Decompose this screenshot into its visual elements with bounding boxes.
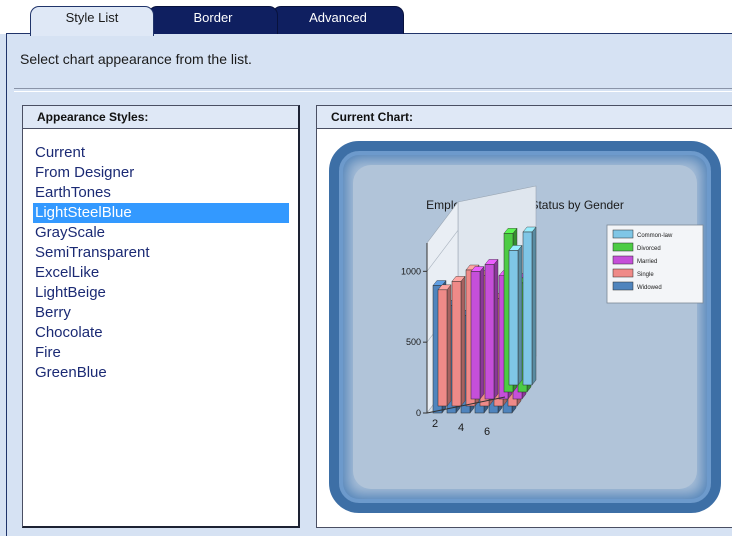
tab-style-list[interactable]: Style List (30, 6, 154, 36)
current-chart-group: Current Chart: Employees' Marital Status… (316, 105, 732, 528)
tab-strip: Style List Border Advanced (0, 0, 732, 36)
tab-advanced[interactable]: Advanced (272, 6, 404, 34)
style-list-item[interactable]: Fire (33, 343, 289, 363)
bar-single (437, 289, 448, 407)
x-tick-label: 2 (432, 418, 438, 430)
x-tick-label: 4 (458, 422, 464, 434)
bar-married (484, 264, 495, 400)
x-tick-label: 6 (484, 426, 490, 438)
legend-swatch (612, 229, 634, 239)
tab-border[interactable]: Border (148, 6, 278, 34)
appearance-styles-group: Appearance Styles: Current From Designer E… (22, 105, 300, 528)
bar-married (470, 271, 481, 400)
bar-side (531, 226, 537, 386)
legend-label: Single (637, 272, 654, 278)
bar-common-law (508, 250, 519, 386)
bar-side (479, 265, 485, 400)
instruction-text: Select chart appearance from the list. (20, 51, 252, 67)
bar-single (451, 281, 462, 407)
style-list-item[interactable]: ExcelLike (33, 263, 289, 283)
legend-label: Married (637, 259, 657, 265)
style-list-item[interactable]: Chocolate (33, 323, 289, 343)
legend-swatch (612, 242, 634, 252)
bar-side (517, 244, 523, 386)
style-list-item[interactable]: EarthTones (33, 183, 289, 203)
style-list-item[interactable]: SemiTransparent (33, 243, 289, 263)
y-tick-label: 0 (416, 408, 421, 418)
style-list-item[interactable]: GreenBlue (33, 363, 289, 383)
legend-label: Divorced (637, 246, 661, 252)
legend-swatch (612, 255, 634, 265)
appearance-style-list[interactable]: Current From Designer EarthTones LightSteel… (23, 129, 298, 383)
legend-swatch (612, 268, 634, 278)
style-list-item[interactable]: GrayScale (33, 223, 289, 243)
appearance-styles-header: Appearance Styles: (23, 106, 298, 129)
y-tick-label: 500 (406, 337, 421, 347)
legend-label: Common-law (637, 233, 673, 239)
bar-side (460, 275, 466, 407)
separator (14, 88, 732, 92)
chart-preview: Employees' Marital Status by Gender05001… (401, 185, 704, 438)
y-tick-label: 1000 (401, 266, 421, 276)
bar-side (493, 258, 499, 400)
style-list-item[interactable]: Current (33, 143, 289, 163)
legend-swatch (612, 281, 634, 291)
style-list-item[interactable]: LightSteelBlue (33, 203, 289, 223)
style-list-item[interactable]: Berry (33, 303, 289, 323)
bar-side (446, 284, 452, 407)
bar-common-law (522, 231, 533, 386)
style-list-item[interactable]: From Designer (33, 163, 289, 183)
chart-frame: Employees' Marital Status by Gender05001… (329, 141, 721, 513)
style-list-item[interactable]: LightBeige (33, 283, 289, 303)
legend-label: Widowed (637, 285, 662, 291)
current-chart-header: Current Chart: (317, 106, 732, 129)
